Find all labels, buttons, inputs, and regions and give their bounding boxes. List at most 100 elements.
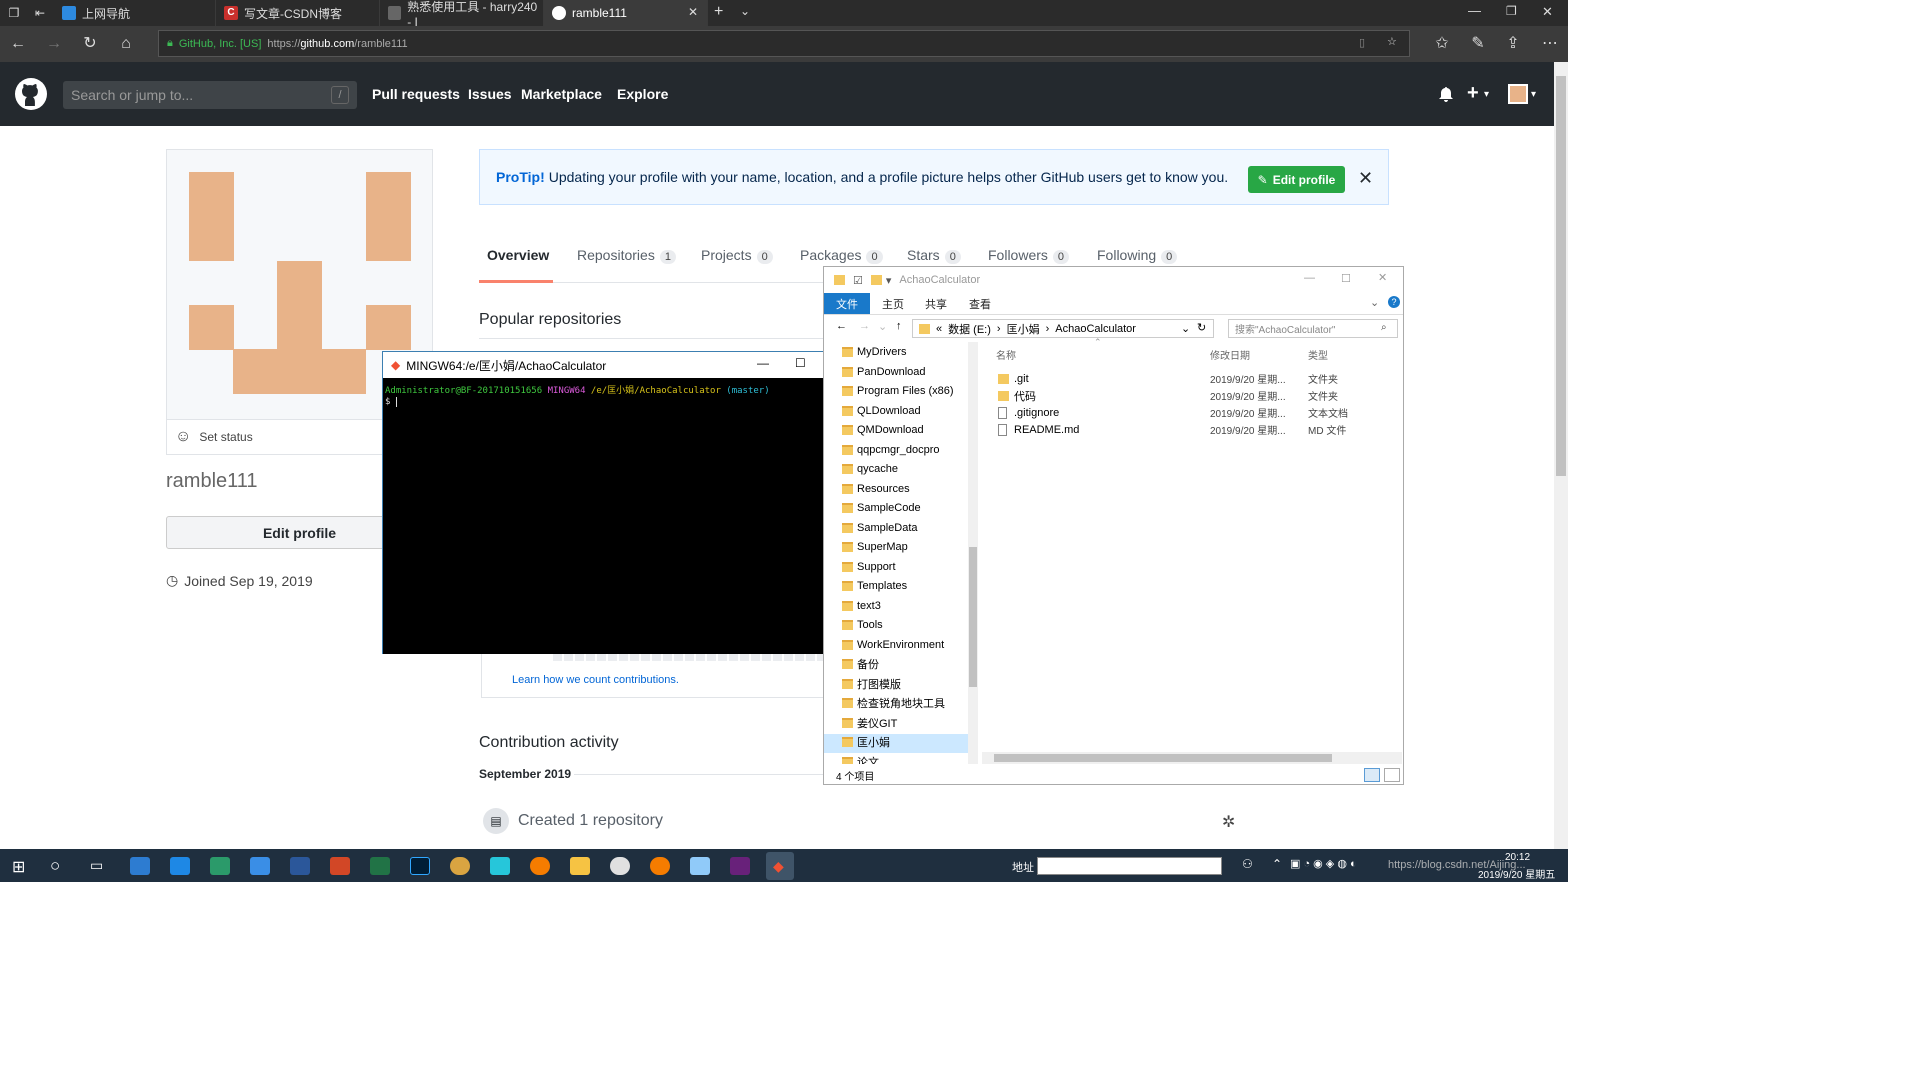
tree-item[interactable]: 论文 bbox=[842, 753, 879, 764]
set-aside-tabs-icon[interactable]: ⇤ bbox=[32, 5, 48, 21]
app-icon[interactable] bbox=[650, 857, 670, 875]
nav-explore[interactable]: Explore bbox=[617, 86, 668, 102]
maximize-icon[interactable]: ☐ bbox=[1341, 272, 1351, 285]
terminal-titlebar[interactable]: ◆ MINGW64:/e/匡小娟/AchaoCalculator — ☐ ✕ bbox=[383, 352, 855, 378]
tree-item[interactable]: WorkEnvironment bbox=[842, 636, 944, 654]
nav-issues[interactable]: Issues bbox=[468, 86, 512, 102]
protip-edit-profile-button[interactable]: ✎ Edit profile bbox=[1248, 166, 1345, 193]
column-header-name[interactable]: 名称 bbox=[996, 347, 1016, 362]
tab-packages[interactable]: Packages 0 bbox=[800, 247, 883, 264]
refresh-icon[interactable]: ↻ bbox=[80, 34, 100, 54]
ribbon-tab-home[interactable]: 主页 bbox=[882, 296, 904, 312]
tree-item[interactable]: Program Files (x86) bbox=[842, 382, 954, 400]
tree-item[interactable]: 检查锐角地块工具 bbox=[842, 694, 945, 712]
maximize-icon[interactable]: ☐ bbox=[795, 356, 806, 370]
column-header-type[interactable]: 类型 bbox=[1308, 347, 1328, 362]
breadcrumb[interactable]: « 数据 (E:) › 匡小娟 › AchaoCalculator ⌄ ↻ bbox=[912, 319, 1214, 338]
pen-icon[interactable]: ✎ bbox=[1468, 34, 1488, 54]
app-icon[interactable] bbox=[210, 857, 230, 875]
media-player-icon[interactable] bbox=[490, 857, 510, 875]
close-tab-icon[interactable]: ✕ bbox=[688, 5, 698, 19]
avatar[interactable] bbox=[1508, 84, 1528, 104]
app-icon[interactable] bbox=[250, 857, 270, 875]
app-icon[interactable] bbox=[530, 857, 550, 875]
minimize-icon[interactable]: — bbox=[1304, 272, 1315, 284]
search-app-icon[interactable] bbox=[130, 857, 150, 875]
photoshop-icon[interactable] bbox=[410, 857, 430, 875]
navigation-scrollbar-thumb[interactable] bbox=[969, 547, 977, 687]
tree-item[interactable]: 打图模版 bbox=[842, 675, 901, 693]
word-icon[interactable] bbox=[290, 857, 310, 875]
bell-icon[interactable] bbox=[1439, 87, 1453, 103]
tree-item[interactable]: MyDrivers bbox=[842, 343, 907, 361]
back-icon[interactable]: ← bbox=[836, 320, 847, 332]
tree-item[interactable]: Templates bbox=[842, 577, 907, 595]
forward-icon[interactable]: → bbox=[44, 34, 64, 54]
forward-icon[interactable]: → bbox=[859, 320, 870, 332]
tree-item[interactable]: SampleCode bbox=[842, 499, 921, 517]
tree-item[interactable]: Tools bbox=[842, 616, 883, 634]
chevron-down-icon[interactable]: ▾ bbox=[1531, 89, 1536, 100]
tab-list-icon[interactable]: ❐ bbox=[6, 5, 22, 21]
breadcrumb-item[interactable]: 数据 (E:) bbox=[948, 321, 991, 337]
taskbar-address-input[interactable] bbox=[1037, 857, 1222, 875]
app-icon[interactable] bbox=[450, 857, 470, 875]
column-header-date[interactable]: 修改日期 bbox=[1210, 347, 1250, 362]
terminal-window[interactable]: ◆ MINGW64:/e/匡小娟/AchaoCalculator — ☐ ✕ A… bbox=[382, 351, 856, 654]
chevron-down-icon[interactable]: ▾ bbox=[886, 274, 892, 287]
tree-item[interactable]: Support bbox=[842, 558, 896, 576]
explorer-titlebar[interactable]: ☑ ▾ AchaoCalculator — ☐ ✕ bbox=[824, 267, 1403, 293]
checkbox-icon[interactable]: ☑ bbox=[853, 274, 863, 287]
close-window-icon[interactable]: ✕ bbox=[1542, 4, 1553, 20]
tree-item[interactable]: qqpcmgr_docpro bbox=[842, 441, 940, 459]
tab-followers[interactable]: Followers 0 bbox=[988, 247, 1070, 264]
tree-item[interactable]: QLDownload bbox=[842, 402, 921, 420]
back-icon[interactable]: ← bbox=[8, 34, 28, 54]
favorite-star-icon[interactable]: ☆ bbox=[1387, 35, 1397, 48]
share-icon[interactable]: ⇪ bbox=[1503, 34, 1523, 54]
tree-item[interactable]: QMDownload bbox=[842, 421, 924, 439]
tree-item[interactable]: qycache bbox=[842, 460, 898, 478]
chevron-down-icon[interactable]: ▾ bbox=[1484, 89, 1489, 100]
more-icon[interactable]: ⋯ bbox=[1540, 34, 1560, 54]
tree-item[interactable]: SuperMap bbox=[842, 538, 908, 556]
restore-icon[interactable]: ❐ bbox=[1506, 4, 1517, 18]
tray-icons[interactable]: ▣ ◔ ◉ ◈ ◍ ◐ bbox=[1290, 857, 1357, 870]
terminal-output[interactable]: Administrator@BF-201710151656 MINGW64 /e… bbox=[383, 378, 843, 654]
address-bar[interactable]: 🔒︎ GitHub, Inc. [US] https://github.com /… bbox=[158, 30, 1410, 57]
tab-projects[interactable]: Projects 0 bbox=[701, 247, 773, 264]
breadcrumb-item[interactable]: AchaoCalculator bbox=[1055, 323, 1136, 335]
file-row[interactable]: 代码 2019/9/20 星期... 文件夹 bbox=[998, 387, 1398, 404]
powerpoint-icon[interactable] bbox=[330, 857, 350, 875]
visual-studio-icon[interactable] bbox=[730, 857, 750, 875]
reading-view-icon[interactable]: ▯ bbox=[1359, 36, 1365, 49]
nav-marketplace[interactable]: Marketplace bbox=[521, 86, 602, 102]
minimize-icon[interactable]: — bbox=[1468, 3, 1481, 18]
cortana-icon[interactable]: ○ bbox=[50, 856, 60, 876]
help-icon[interactable]: ? bbox=[1388, 296, 1400, 308]
windows-start-icon[interactable]: ⊞ bbox=[12, 857, 25, 877]
ribbon-tab-view[interactable]: 查看 bbox=[969, 296, 991, 312]
task-view-icon[interactable]: ▭ bbox=[90, 857, 103, 874]
favorites-icon[interactable]: ✩ bbox=[1432, 34, 1452, 54]
created-repository-summary[interactable]: Created 1 repository bbox=[518, 812, 663, 830]
chevron-down-icon[interactable]: ⌄ bbox=[878, 320, 887, 333]
tree-item-selected[interactable]: 匡小娟 bbox=[842, 733, 890, 751]
navigation-pane[interactable]: MyDrivers PanDownload Program Files (x86… bbox=[824, 342, 968, 764]
page-scrollbar-thumb[interactable] bbox=[1556, 76, 1566, 476]
breadcrumb-overflow[interactable]: « bbox=[936, 323, 942, 335]
browser-tab-3[interactable]: 熟悉使用工具 - harry240 - I bbox=[380, 0, 544, 29]
excel-icon[interactable] bbox=[370, 857, 390, 875]
clock-date[interactable]: 2019/9/20 星期五 bbox=[1478, 866, 1555, 881]
learn-contributions-link[interactable]: Learn how we count contributions. bbox=[512, 674, 679, 686]
file-explorer-icon[interactable] bbox=[570, 857, 590, 875]
file-row[interactable]: .git 2019/9/20 星期... 文件夹 bbox=[998, 370, 1398, 387]
tab-repositories[interactable]: Repositories 1 bbox=[577, 247, 676, 264]
refresh-icon[interactable]: ↻ bbox=[1197, 321, 1206, 334]
chevron-down-icon[interactable]: ⌄ bbox=[1181, 322, 1190, 335]
file-list-hscrollbar-thumb[interactable] bbox=[994, 754, 1332, 762]
file-explorer-window[interactable]: ☑ ▾ AchaoCalculator — ☐ ✕ 文件 主页 共享 查看 ⌄ … bbox=[823, 266, 1404, 785]
large-icons-view-icon[interactable] bbox=[1384, 768, 1400, 782]
github-logo-icon[interactable] bbox=[15, 78, 47, 110]
tree-item[interactable]: Resources bbox=[842, 480, 910, 498]
